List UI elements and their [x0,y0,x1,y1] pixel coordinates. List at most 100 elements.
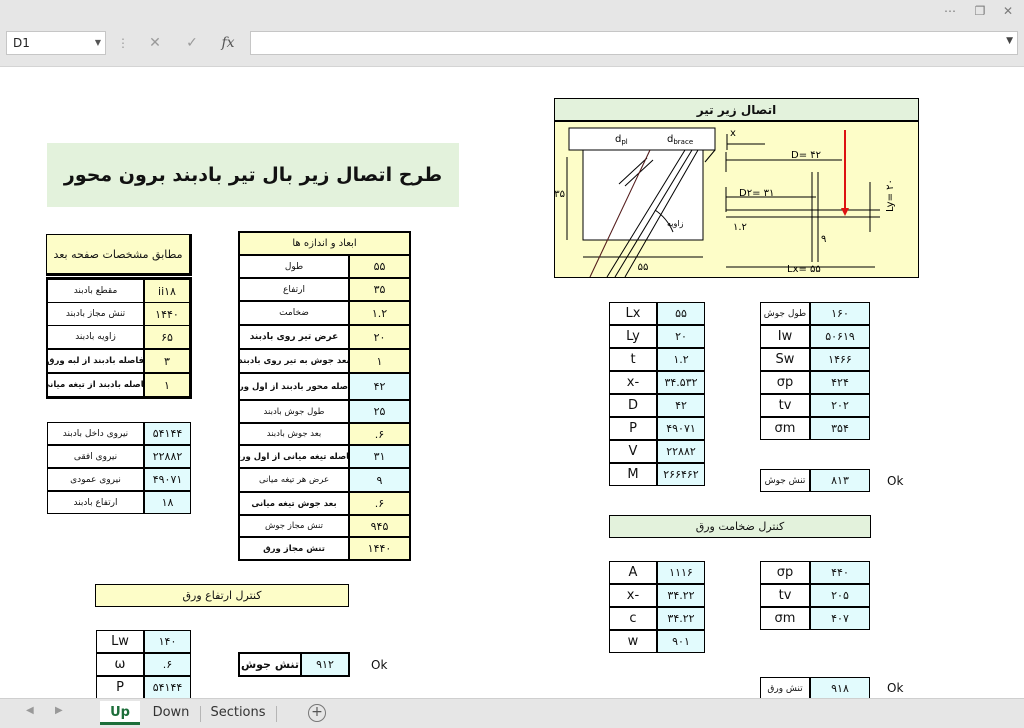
dims-label: عرض تیر روی بادبند [239,325,349,349]
dims-value: .۶ [349,423,410,445]
cancel-icon[interactable]: ✕ [144,33,166,53]
geometry-symbol: x- [609,371,657,394]
brace-prop-label: تنش مجاز بادبند [47,302,144,326]
height-check-status: Ok [371,658,388,672]
dims-label: تنش مجاز ورق [239,537,349,560]
height-weld-stress-value: ۹۱۲ [301,653,349,676]
D2-label: D۲= ۳۱ [739,188,774,199]
formula-bar: D1 ▼ ⋮ ✕ ✓ fx ▼ [0,24,1024,64]
height-check-value: ۱۴۰ [144,630,191,653]
geometry-value: ۲۰ [657,325,705,348]
enter-icon[interactable]: ✓ [181,33,203,53]
close-icon[interactable]: ✕ [998,3,1018,19]
geometry-symbol: Lx [609,302,657,325]
force-label: ارتفاع بادبند [47,491,144,514]
force-value: ۲۲۸۸۲ [144,445,191,468]
sheet-title: طرح اتصال زیر بال تیر بادبند برون محور [47,143,459,207]
force-value: ۴۹۰۷۱ [144,468,191,491]
geometry-symbol: V [609,440,657,463]
brace-prop-value: ۱ [144,373,190,397]
weld-symbol: tv [760,394,810,417]
restore-icon[interactable]: ❐ [970,3,990,19]
scroll-left-icon[interactable]: ◀ [26,705,34,716]
dims-value: ۴۲ [349,373,410,400]
angle-label: زاویه [667,219,684,228]
geometry-symbol: P [609,417,657,440]
drag-handle-icon[interactable]: ⋮ [117,36,129,50]
brace-prop-value: ۱۴۴۰ [144,302,190,326]
chevron-down-icon[interactable]: ▼ [95,32,101,54]
note-box: مطابق مشخصات صفحه بعد [46,234,192,276]
add-sheet-icon[interactable]: + [308,704,326,722]
dims-label: عرض هر تیغه میانی [239,468,349,492]
height-check-value: ۵۴۱۴۴ [144,676,191,698]
thickness-stress-symbol: tv [760,584,810,607]
weld-value: ۳۵۴ [810,417,870,440]
tab-down[interactable]: Down [146,701,196,725]
geometry-value: ۲۲۸۸۲ [657,440,705,463]
geometry-symbol: M [609,463,657,486]
b55-label: ۵۵ [638,262,649,273]
dims-value: ۹۴۵ [349,515,410,537]
thickness-stress-value: ۴۰۷ [810,607,870,630]
expand-formula-icon[interactable]: ▼ [1006,36,1013,46]
dims-label: ضخامت [239,301,349,325]
tab-sections[interactable]: Sections [206,701,270,725]
weld-symbol: Iw [760,325,810,348]
dims-value: ۳۱ [349,445,410,468]
thickness-stress-symbol: σp [760,561,810,584]
formula-input[interactable]: ▼ [250,31,1018,55]
thickness-value: ۱۱۱۶ [657,561,705,584]
dims-value: ۱ [349,349,410,373]
t12-label: ۱.۲ [733,222,747,233]
geometry-symbol: Ly [609,325,657,348]
brace-prop-label: زاویه بادبند [47,325,144,349]
worksheet-grid[interactable]: طرح اتصال زیر بال تیر بادبند برون محور م… [0,66,1024,698]
D-label: D= ۴۲ [791,150,821,161]
thickness-value: ۳۴.۲۲ [657,584,705,607]
h35-label: ۳۵ [555,189,565,200]
weld-stress-label: تنش جوش [760,469,810,492]
height-check-header: کنترل ارتفاع ورق [95,584,349,607]
name-box[interactable]: D1 ▼ [6,31,106,55]
brace-prop-label: فاصله بادبند از لبه ورق [47,349,144,373]
dims-value: ۹ [349,468,410,492]
dims-label: طول جوش بادبند [239,400,349,423]
thickness-value: ۹۰۱ [657,630,705,653]
brace-prop-label: مقطع بادبند [47,279,144,303]
scroll-right-icon[interactable]: ▶ [55,705,63,716]
connection-diagram: x dpl dbrace D= ۴۲ D۲= ۳۱ ۳۵ ۱.۲ ۹ زاویه… [554,121,919,278]
geometry-symbol: D [609,394,657,417]
dims-value: .۶ [349,492,410,515]
weld-value: ۲۰۲ [810,394,870,417]
plate-stress-label: تنش ورق [760,677,810,698]
title-bar: ⋯ ❐ ✕ [0,0,1024,24]
thickness-symbol: x- [609,584,657,607]
thickness-stress-value: ۴۴۰ [810,561,870,584]
dims-value: ۵۵ [349,255,410,278]
height-check-value: .۶ [144,653,191,676]
weld-value: ۴۲۴ [810,371,870,394]
force-value: ۵۴۱۴۴ [144,422,191,445]
geometry-symbol: t [609,348,657,371]
dims-header: ابعاد و اندازه ها [239,232,410,255]
thickness-symbol: A [609,561,657,584]
dims-value: ۲۰ [349,325,410,349]
x-axis-label: x [730,128,736,139]
brace-prop-value: ۶۵ [144,325,190,349]
insert-function-icon[interactable]: fx [217,33,239,53]
dims-value: ۱.۲ [349,301,410,325]
geometry-value: ۴۲ [657,394,705,417]
brace-prop-label: فاصله بادبند از تیغه میانی [47,373,144,397]
thickness-check-header: کنترل ضخامت ورق [609,515,871,538]
tab-up[interactable]: Up [100,701,140,725]
plate-stress-value: ۹۱۸ [810,677,870,698]
more-options-icon[interactable]: ⋯ [940,3,960,19]
weld-symbol: σp [760,371,810,394]
height-check-symbol: ω [96,653,144,676]
weld-value: ۱۴۶۶ [810,348,870,371]
dims-label: ارتفاع [239,278,349,301]
weld-symbol: Sw [760,348,810,371]
dims-value: ۳۵ [349,278,410,301]
weld-symbol: طول جوش [760,302,810,325]
